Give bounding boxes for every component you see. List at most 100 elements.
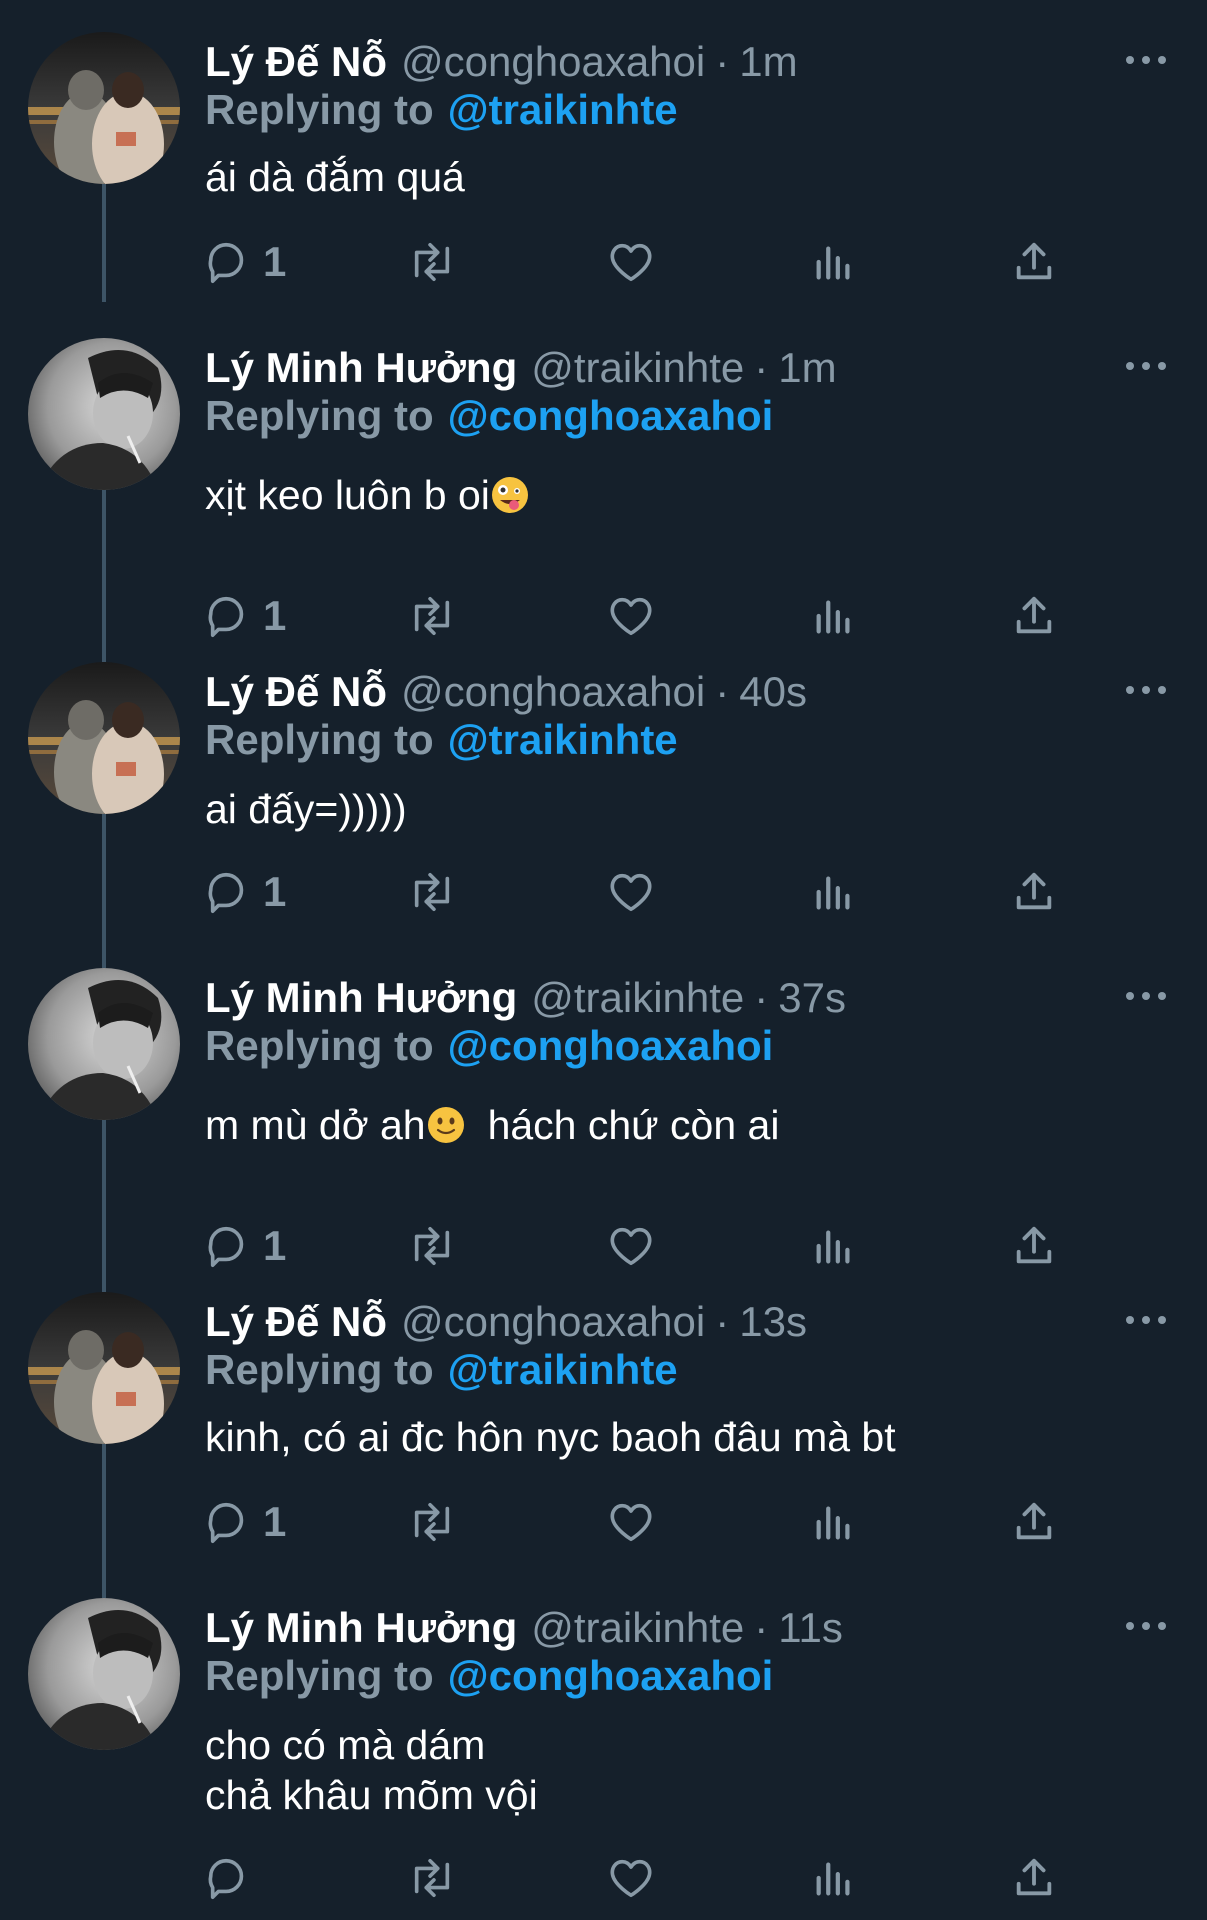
reply-context: Replying to @traikinhte <box>205 86 678 134</box>
user-handle[interactable]: @traikinhte <box>531 1604 744 1652</box>
share-button[interactable] <box>1011 232 1057 292</box>
reply-mention[interactable]: @conghoaxahoi <box>448 1652 774 1699</box>
reply-button[interactable]: 1 <box>205 1492 286 1552</box>
reply-mention[interactable]: @conghoaxahoi <box>448 1022 774 1069</box>
timestamp[interactable]: 40s <box>739 668 807 716</box>
reply-button[interactable] <box>205 1848 263 1908</box>
tweet-text: xịt keo luôn b oi <box>205 470 530 526</box>
reply-button[interactable]: 1 <box>205 586 286 646</box>
like-button[interactable] <box>607 1216 655 1276</box>
share-icon <box>1016 1858 1052 1896</box>
reply-mention[interactable]: @traikinhte <box>448 86 678 133</box>
retweet-button[interactable] <box>405 1848 459 1908</box>
analytics-icon <box>816 1506 850 1540</box>
share-button[interactable] <box>1011 862 1057 922</box>
separator: · <box>715 1298 730 1345</box>
like-icon <box>610 1503 652 1542</box>
more-options-icon[interactable] <box>1126 986 1166 1006</box>
timestamp[interactable]: 37s <box>778 974 846 1022</box>
display-name[interactable]: Lý Đế Nỗ <box>205 38 387 86</box>
reply-count: 1 <box>263 868 287 915</box>
timestamp[interactable]: 13s <box>739 1298 807 1346</box>
action-bar: 1 <box>205 586 1065 646</box>
thread-line <box>102 490 106 662</box>
reply-mention[interactable]: @conghoaxahoi <box>448 392 774 439</box>
reply-context: Replying to @conghoaxahoi <box>205 1652 773 1700</box>
tweet-text-part: m mù dở ah <box>205 1102 426 1148</box>
reply-label: Replying to <box>205 1652 434 1699</box>
timestamp[interactable]: 1m <box>739 38 797 86</box>
reply-button[interactable]: 1 <box>205 232 286 292</box>
share-button[interactable] <box>1011 1492 1057 1552</box>
reply-icon <box>208 1226 244 1267</box>
timestamp[interactable]: 1m <box>778 344 836 392</box>
share-button[interactable] <box>1011 1216 1057 1276</box>
retweet-button[interactable] <box>405 586 459 646</box>
reply-label: Replying to <box>205 86 434 133</box>
analytics-icon <box>816 600 850 634</box>
action-bar: 1 <box>205 232 1065 292</box>
like-icon <box>610 243 652 282</box>
reply-context: Replying to @conghoaxahoi <box>205 1022 773 1070</box>
reply-button[interactable]: 1 <box>205 862 286 922</box>
retweet-button[interactable] <box>405 862 459 922</box>
retweet-button[interactable] <box>405 1492 459 1552</box>
analytics-button[interactable] <box>811 862 857 922</box>
user-handle[interactable]: @conghoaxahoi <box>401 38 705 86</box>
like-icon <box>610 873 652 912</box>
slightly-smiling-face-icon <box>426 1105 466 1156</box>
reply-icon <box>208 596 244 637</box>
share-button[interactable] <box>1011 1848 1057 1908</box>
display-name[interactable]: Lý Minh Hưởng <box>205 974 517 1022</box>
user-handle[interactable]: @conghoaxahoi <box>401 1298 705 1346</box>
reply-icon <box>208 1858 244 1899</box>
avatar[interactable] <box>28 968 180 1120</box>
more-options-icon[interactable] <box>1126 50 1166 70</box>
like-button[interactable] <box>607 586 655 646</box>
user-handle[interactable]: @conghoaxahoi <box>401 668 705 716</box>
user-handle[interactable]: @traikinhte <box>531 344 744 392</box>
reply-mention[interactable]: @traikinhte <box>448 1346 678 1393</box>
like-button[interactable] <box>607 1492 655 1552</box>
analytics-button[interactable] <box>811 1848 857 1908</box>
share-icon <box>1016 1226 1052 1264</box>
more-options-icon[interactable] <box>1126 356 1166 376</box>
like-icon <box>610 1227 652 1266</box>
thread-line <box>102 1120 106 1292</box>
share-icon <box>1016 1502 1052 1540</box>
more-options-icon[interactable] <box>1126 1616 1166 1636</box>
retweet-button[interactable] <box>405 232 459 292</box>
like-icon <box>610 1859 652 1898</box>
separator: · <box>715 38 730 85</box>
reply-mention[interactable]: @traikinhte <box>448 716 678 763</box>
reply-label: Replying to <box>205 1022 434 1069</box>
avatar[interactable] <box>28 32 180 184</box>
analytics-button[interactable] <box>811 1492 857 1552</box>
share-button[interactable] <box>1011 586 1057 646</box>
display-name[interactable]: Lý Đế Nỗ <box>205 668 387 716</box>
like-button[interactable] <box>607 232 655 292</box>
display-name[interactable]: Lý Minh Hưởng <box>205 344 517 392</box>
retweet-icon <box>414 596 450 636</box>
avatar[interactable] <box>28 1598 180 1750</box>
analytics-button[interactable] <box>811 1216 857 1276</box>
reply-label: Replying to <box>205 1346 434 1393</box>
avatar[interactable] <box>28 338 180 490</box>
more-options-icon[interactable] <box>1126 1310 1166 1330</box>
display-name[interactable]: Lý Đế Nỗ <box>205 1298 387 1346</box>
analytics-icon <box>816 1230 850 1264</box>
avatar[interactable] <box>28 662 180 814</box>
reply-button[interactable]: 1 <box>205 1216 286 1276</box>
retweet-button[interactable] <box>405 1216 459 1276</box>
analytics-button[interactable] <box>811 232 857 292</box>
analytics-button[interactable] <box>811 586 857 646</box>
like-button[interactable] <box>607 1848 655 1908</box>
user-handle[interactable]: @traikinhte <box>531 974 744 1022</box>
more-options-icon[interactable] <box>1126 680 1166 700</box>
display-name[interactable]: Lý Minh Hưởng <box>205 1604 517 1652</box>
avatar[interactable] <box>28 1292 180 1444</box>
like-button[interactable] <box>607 862 655 922</box>
tweet-text-part: hách chứ còn ai <box>487 1102 780 1148</box>
reply-count: 1 <box>263 1498 287 1545</box>
timestamp[interactable]: 11s <box>778 1604 843 1652</box>
